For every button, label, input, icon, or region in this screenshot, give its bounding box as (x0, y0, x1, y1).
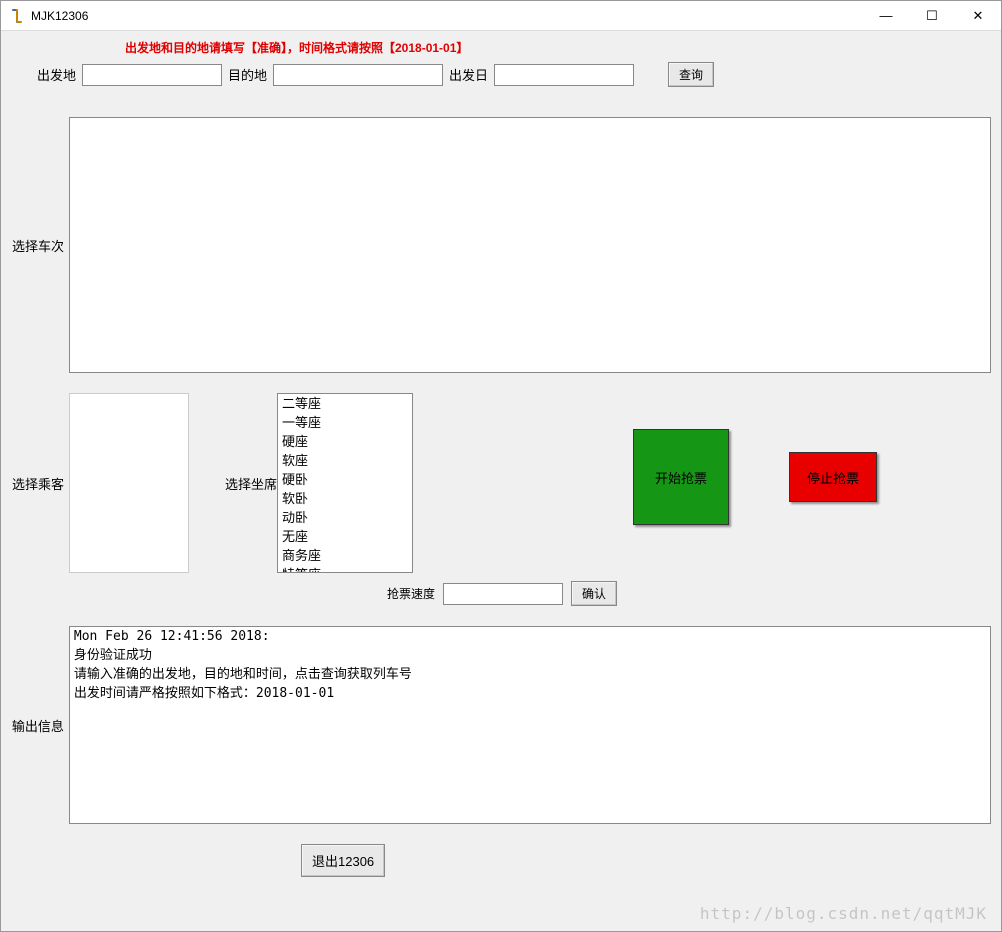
exit-row: 退出12306 (301, 844, 991, 877)
train-section: 选择车次 (7, 117, 991, 373)
seat-option[interactable]: 软座 (278, 451, 412, 470)
speed-row: 抢票速度 确认 (387, 581, 991, 606)
close-button[interactable]: ✕ (955, 1, 1001, 31)
exit-button[interactable]: 退出12306 (301, 844, 385, 877)
seat-option[interactable]: 硬卧 (278, 470, 412, 489)
search-row: 出发地 目的地 出发日 查询 (37, 62, 991, 87)
stop-grab-button[interactable]: 停止抢票 (789, 452, 877, 502)
seat-option[interactable]: 商务座 (278, 546, 412, 565)
content-area: 出发地和目的地请填写【准确】，时间格式请按照【2018-01-01】 出发地 目… (1, 31, 1001, 931)
passenger-listbox[interactable] (69, 393, 189, 573)
start-grab-button[interactable]: 开始抢票 (633, 429, 729, 525)
speed-label: 抢票速度 (387, 585, 435, 602)
instruction-text: 出发地和目的地请填写【准确】，时间格式请按照【2018-01-01】 (125, 39, 991, 56)
destination-label: 目的地 (228, 65, 267, 84)
date-label: 出发日 (449, 65, 488, 84)
seat-option[interactable]: 二等座 (278, 394, 412, 413)
titlebar: MJK12306 — ☐ ✕ (1, 1, 1001, 31)
seat-label: 选择坐席 (225, 474, 277, 493)
train-listbox[interactable] (69, 117, 991, 373)
speed-confirm-button[interactable]: 确认 (571, 581, 617, 606)
seat-option[interactable]: 特等座 (278, 565, 412, 573)
middle-row: 选择乘客 选择坐席 二等座 一等座 硬座 软座 硬卧 软卧 动卧 无座 商务座 … (7, 393, 991, 573)
seat-option[interactable]: 一等座 (278, 413, 412, 432)
destination-input[interactable] (273, 64, 443, 86)
seat-option[interactable]: 动卧 (278, 508, 412, 527)
speed-input[interactable] (443, 583, 563, 605)
minimize-button[interactable]: — (863, 1, 909, 31)
seat-option[interactable]: 软卧 (278, 489, 412, 508)
passenger-label: 选择乘客 (7, 474, 69, 493)
maximize-button[interactable]: ☐ (909, 1, 955, 31)
app-window: MJK12306 — ☐ ✕ 出发地和目的地请填写【准确】，时间格式请按照【20… (0, 0, 1002, 932)
window-title: MJK12306 (31, 9, 88, 23)
seat-option[interactable]: 无座 (278, 527, 412, 546)
date-input[interactable] (494, 64, 634, 86)
departure-input[interactable] (82, 64, 222, 86)
departure-label: 出发地 (37, 65, 76, 84)
train-label: 选择车次 (7, 117, 69, 373)
action-column: 开始抢票 停止抢票 (419, 393, 991, 547)
app-icon (9, 8, 25, 24)
seat-option[interactable]: 硬座 (278, 432, 412, 451)
seat-listbox[interactable]: 二等座 一等座 硬座 软座 硬卧 软卧 动卧 无座 商务座 特等座 (277, 393, 413, 573)
output-textbox[interactable]: Mon Feb 26 12:41:56 2018: 身份验证成功 请输入准确的出… (69, 626, 991, 824)
output-label: 输出信息 (7, 626, 69, 824)
query-button[interactable]: 查询 (668, 62, 714, 87)
watermark-text: http://blog.csdn.net/qqtMJK (700, 904, 987, 923)
output-section: 输出信息 Mon Feb 26 12:41:56 2018: 身份验证成功 请输… (7, 626, 991, 824)
